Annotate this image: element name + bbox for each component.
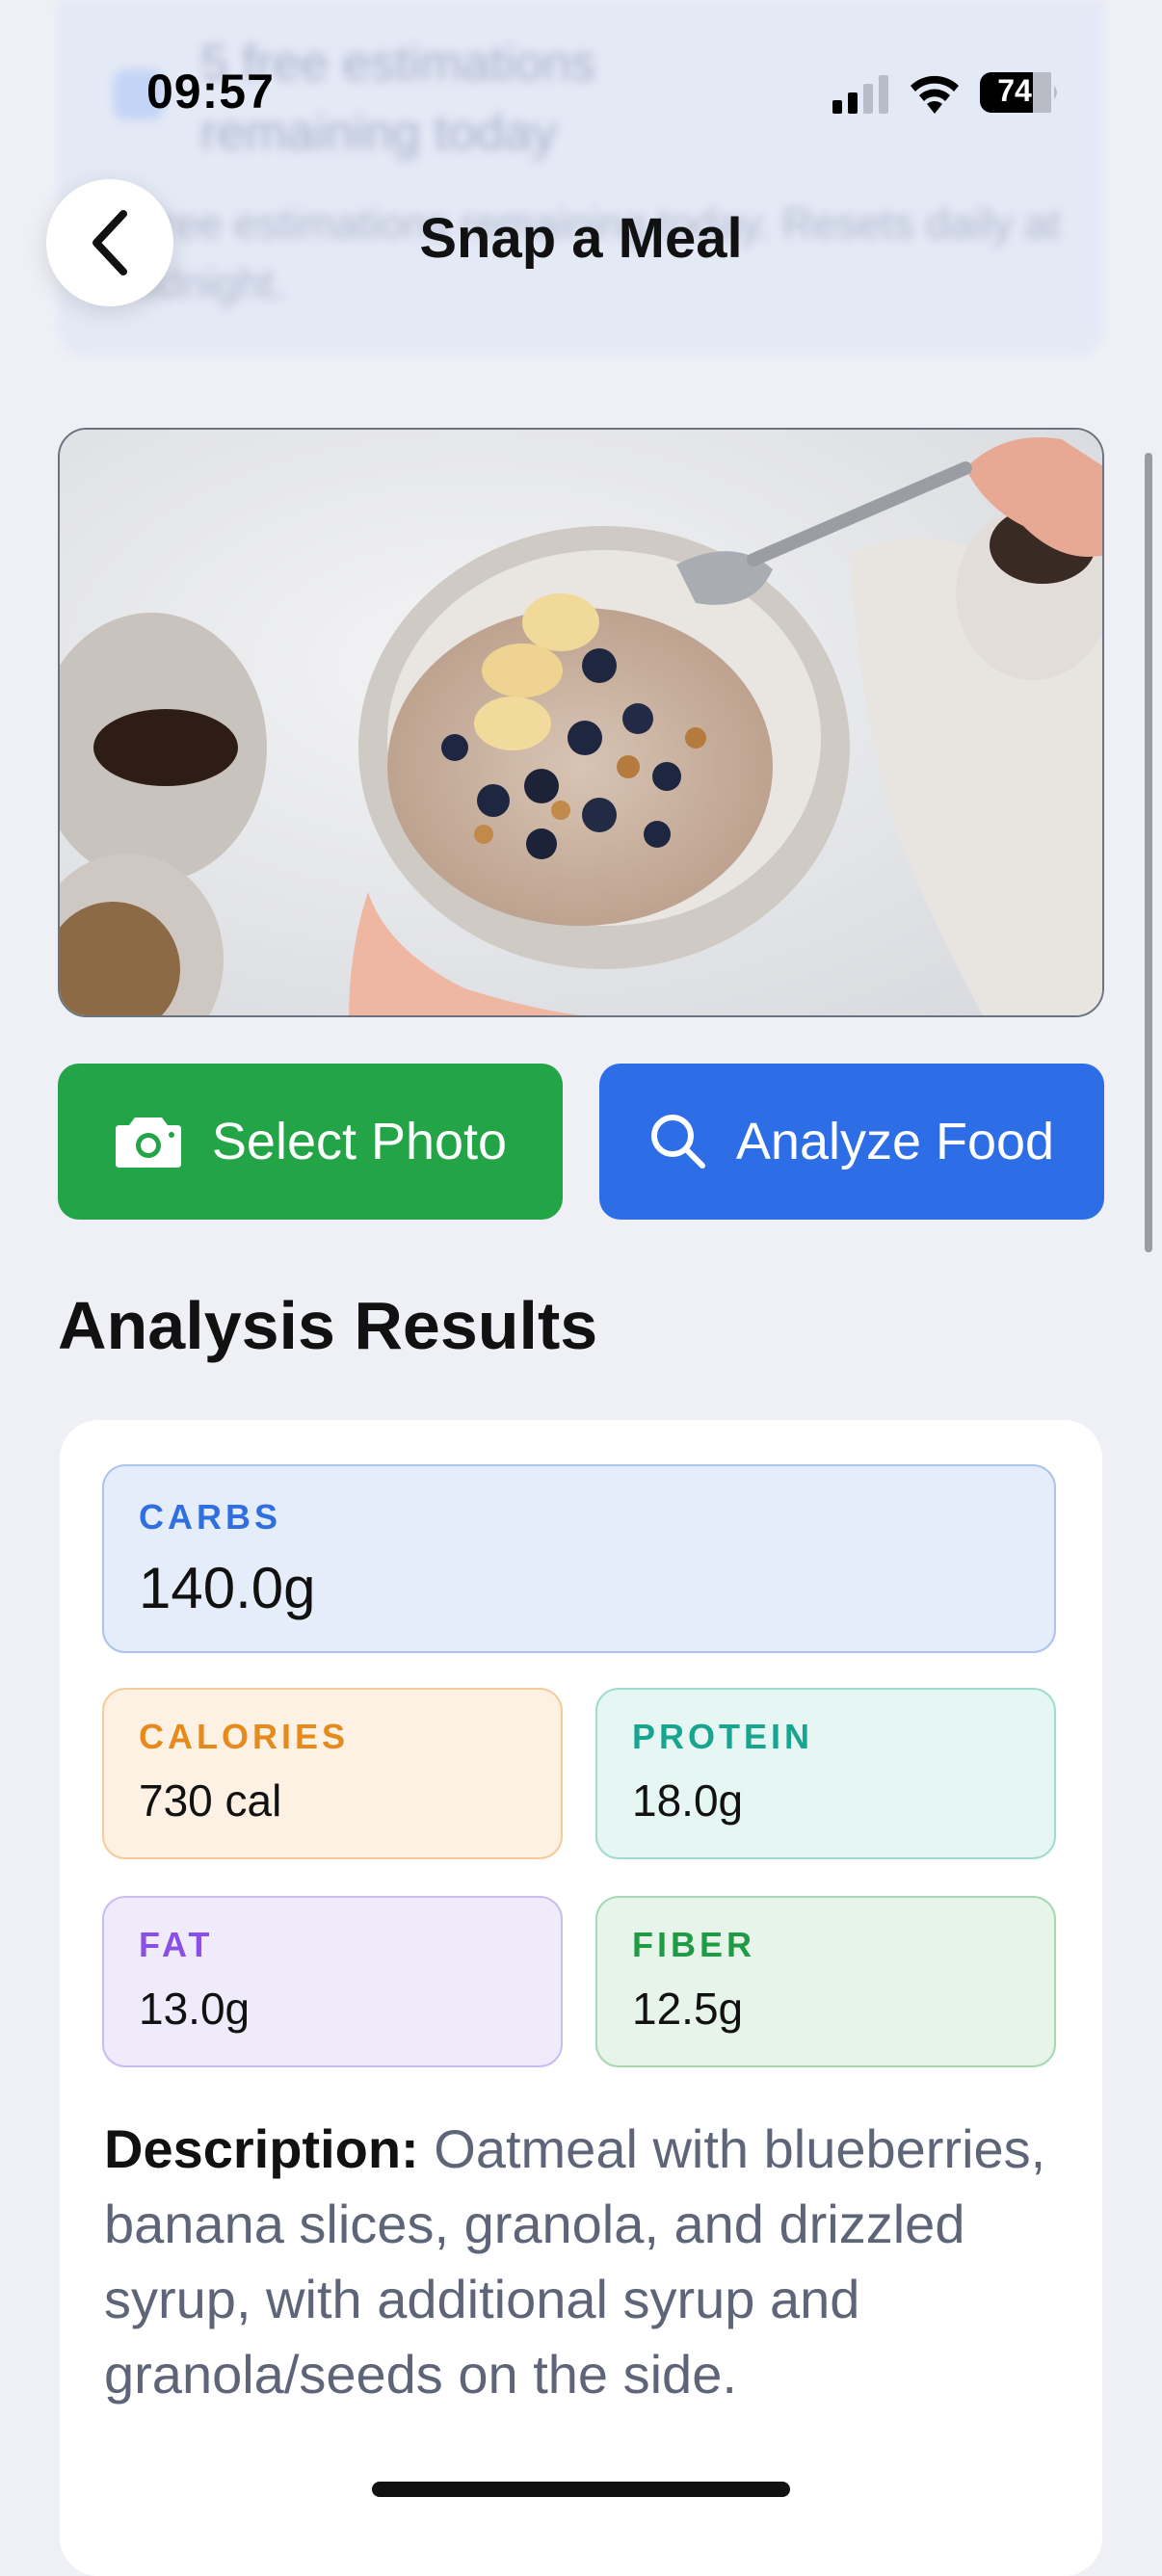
home-indicator[interactable] bbox=[372, 2482, 790, 2497]
select-photo-button[interactable]: Select Photo bbox=[58, 1064, 563, 1220]
meal-photo bbox=[58, 428, 1104, 1017]
scroll-indicator[interactable] bbox=[1145, 453, 1152, 1252]
fat-value: 13.0g bbox=[139, 1984, 251, 2034]
fat-label: FAT bbox=[139, 1925, 214, 1964]
analyze-food-button[interactable]: Analyze Food bbox=[599, 1064, 1104, 1220]
results-card: CARBS 140.0g CALORIES 730 cal PROTEIN 18… bbox=[60, 1420, 1102, 2576]
carbs-metric: CARBS 140.0g bbox=[102, 1464, 1056, 1653]
protein-metric: PROTEIN 18.0g bbox=[595, 1688, 1056, 1859]
wifi-icon bbox=[911, 75, 959, 114]
battery-level: 74 bbox=[997, 73, 1032, 108]
analysis-results-heading: Analysis Results bbox=[58, 1288, 598, 1363]
select-photo-label: Select Photo bbox=[211, 1113, 508, 1170]
calories-metric: CALORIES 730 cal bbox=[102, 1688, 563, 1859]
carbs-label: CARBS bbox=[139, 1497, 282, 1537]
carbs-value: 140.0g bbox=[139, 1556, 316, 1620]
camera-icon bbox=[115, 1117, 181, 1168]
status-time: 09:57 bbox=[146, 65, 275, 118]
protein-label: PROTEIN bbox=[632, 1717, 814, 1756]
search-icon bbox=[650, 1115, 705, 1169]
protein-value: 18.0g bbox=[632, 1775, 744, 1826]
page-title: Snap a Meal bbox=[419, 207, 743, 270]
fiber-label: FIBER bbox=[632, 1925, 755, 1964]
description-label: Description: bbox=[104, 2118, 435, 2179]
analyze-food-label: Analyze Food bbox=[735, 1113, 1055, 1170]
cellular-signal-icon bbox=[832, 75, 888, 114]
calories-value: 730 cal bbox=[139, 1775, 282, 1826]
fiber-metric: FIBER 12.5g bbox=[595, 1896, 1056, 2067]
calories-label: CALORIES bbox=[139, 1717, 350, 1756]
fat-metric: FAT 13.0g bbox=[102, 1896, 563, 2067]
meal-description: Description: Oatmeal with blueberries, b… bbox=[104, 2112, 1068, 2412]
fiber-value: 12.5g bbox=[632, 1984, 744, 2034]
status-bar: 09:57 74 bbox=[0, 0, 1162, 173]
oatmeal-bowl-image bbox=[60, 430, 1102, 1015]
